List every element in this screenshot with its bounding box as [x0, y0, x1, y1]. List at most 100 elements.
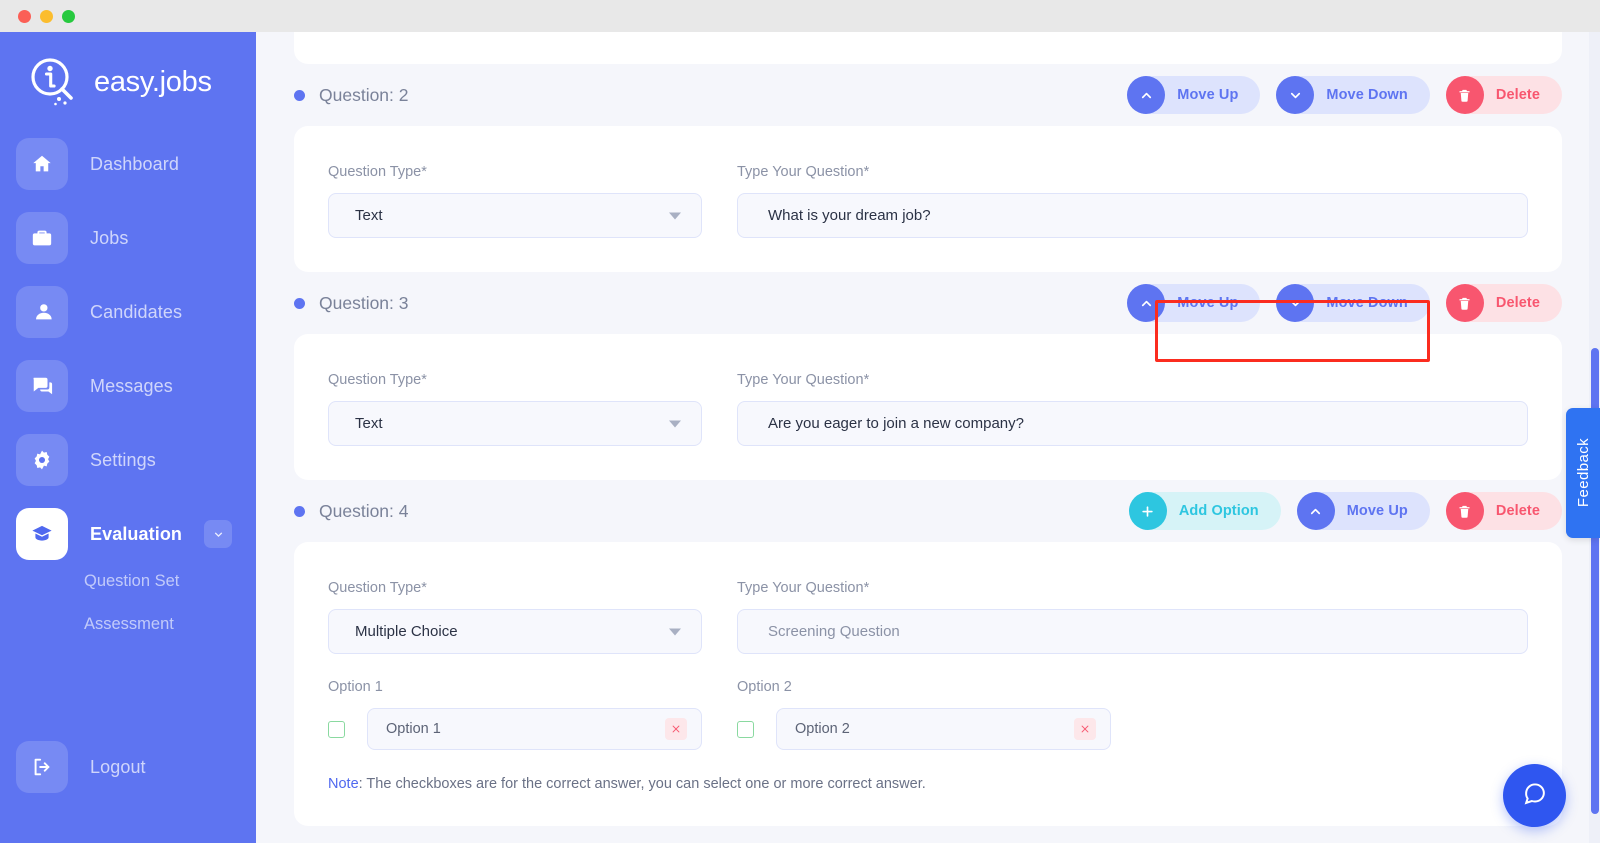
option-1-input[interactable]: Option 1	[367, 708, 702, 750]
option-1-label: Option 1	[328, 679, 383, 695]
sidebar-item-settings[interactable]: Settings	[0, 434, 256, 486]
brand[interactable]: easy.jobs	[0, 32, 256, 118]
sidebar-item-label: Messages	[90, 375, 173, 396]
add-option-button[interactable]: Add Option	[1128, 492, 1281, 530]
question-4-type-field: Question Type* Multiple Choice	[328, 580, 702, 654]
option-1-column: Option 1 Option 1	[328, 679, 702, 750]
question-text-value: What is your dream job?	[768, 207, 931, 224]
sidebar-item-label: Candidates	[90, 301, 183, 322]
type-your-question-label: Type Your Question*	[737, 164, 870, 180]
question-text-placeholder: Screening Question	[768, 623, 900, 640]
add-option-label: Add Option	[1178, 503, 1259, 519]
option-1-value: Option 1	[386, 721, 441, 737]
question-title: Question: 4	[319, 500, 409, 521]
option-2-line: Option 2	[737, 708, 1111, 750]
note-prefix: Note	[328, 776, 359, 792]
question-text-value: Are you eager to join a new company?	[768, 415, 1024, 432]
move-down-button[interactable]: Move Down	[1276, 284, 1430, 322]
close-window-button[interactable]	[18, 9, 31, 23]
move-up-button[interactable]: Move Up	[1296, 492, 1430, 530]
sidebar-item-label: Evaluation	[90, 523, 183, 544]
sidebar: easy.jobs Dashboard Jobs Candidates Mess…	[0, 32, 256, 843]
question-text-input[interactable]: Screening Question	[737, 609, 1528, 654]
window-titlebar	[0, 0, 1600, 32]
question-bullet-icon	[294, 89, 305, 101]
option-1-checkbox[interactable]	[328, 720, 345, 738]
trash-icon	[1445, 284, 1484, 322]
question-4-actions: Add Option Move Up Delete	[1128, 492, 1562, 530]
option-2-column: Option 2 Option 2	[737, 679, 1111, 750]
gear-icon	[16, 434, 68, 486]
feedback-label: Feedback	[1574, 438, 1592, 508]
question-type-select[interactable]: Text	[328, 401, 702, 446]
remove-option-2-icon[interactable]	[1074, 718, 1096, 740]
delete-button[interactable]: Delete	[1445, 492, 1562, 530]
trash-icon	[1445, 492, 1484, 530]
sidebar-subnav: Question Set Assessment	[0, 572, 256, 634]
move-down-button[interactable]: Move Down	[1276, 76, 1430, 114]
sidebar-item-assessment[interactable]: Assessment	[84, 615, 256, 634]
move-up-button[interactable]: Move Up	[1127, 284, 1261, 322]
question-3-card: Question Type* Text Type Your Question* …	[294, 334, 1562, 480]
question-3-type-field: Question Type* Text	[328, 372, 702, 446]
question-2-actions: Move Up Move Down Delete	[1127, 76, 1562, 114]
maximize-window-button[interactable]	[62, 9, 75, 23]
sidebar-item-jobs[interactable]: Jobs	[0, 212, 256, 264]
question-4-text-field: Type Your Question* Screening Question	[737, 580, 1528, 654]
chevron-up-icon	[1127, 284, 1166, 322]
minimize-window-button[interactable]	[40, 9, 53, 23]
sidebar-item-candidates[interactable]: Candidates	[0, 286, 256, 338]
question-4-fields-row: Question Type* Multiple Choice Type Your…	[328, 580, 1528, 654]
question-3-actions: Move Up Move Down Delete	[1127, 284, 1562, 322]
options-note: Note: The checkboxes are for the correct…	[328, 776, 1528, 792]
question-3-body: Question Type* Text Type Your Question* …	[294, 334, 1562, 480]
sidebar-item-logout[interactable]: Logout	[0, 741, 256, 793]
question-2-body: Question Type* Text Type Your Question* …	[294, 126, 1562, 272]
type-your-question-label: Type Your Question*	[737, 580, 870, 596]
question-type-label: Question Type*	[328, 580, 427, 596]
home-icon	[16, 138, 68, 190]
chevron-up-icon	[1127, 76, 1166, 114]
feedback-tab[interactable]: Feedback	[1566, 408, 1600, 538]
sidebar-item-dashboard[interactable]: Dashboard	[0, 138, 256, 190]
note-body: : The checkboxes are for the correct ans…	[358, 776, 926, 792]
question-text-input[interactable]: What is your dream job?	[737, 193, 1528, 238]
question-type-select[interactable]: Multiple Choice	[328, 609, 702, 654]
move-down-label: Move Down	[1326, 87, 1408, 103]
question-title: Question: 3	[319, 292, 409, 313]
sidebar-item-messages[interactable]: Messages	[0, 360, 256, 412]
question-4-card: Question Type* Multiple Choice Type Your…	[294, 542, 1562, 826]
question-type-value: Text	[355, 415, 383, 432]
main-content: Question: 2 Move Up Move Down Delete Que…	[256, 32, 1600, 843]
delete-label: Delete	[1495, 295, 1540, 311]
question-2-type-field: Question Type* Text	[328, 164, 702, 238]
remove-option-1-icon[interactable]	[665, 718, 687, 740]
chevron-down-icon[interactable]	[204, 520, 232, 548]
move-up-label: Move Up	[1177, 87, 1239, 103]
delete-button[interactable]: Delete	[1445, 284, 1562, 322]
sidebar-item-label: Jobs	[90, 227, 129, 248]
chat-bubble-icon	[1522, 781, 1547, 811]
sidebar-item-label: Logout	[90, 756, 146, 777]
sidebar-item-evaluation[interactable]: Evaluation	[0, 508, 256, 560]
option-2-input[interactable]: Option 2	[776, 708, 1111, 750]
delete-button[interactable]: Delete	[1445, 76, 1562, 114]
sidebar-item-question-set[interactable]: Question Set	[84, 572, 256, 591]
move-up-label: Move Up	[1346, 503, 1408, 519]
question-text-input[interactable]: Are you eager to join a new company?	[737, 401, 1528, 446]
chevron-down-icon	[1276, 76, 1315, 114]
graduation-cap-icon	[16, 508, 68, 560]
question-1-card-partial	[294, 32, 1562, 64]
type-your-question-label: Type Your Question*	[737, 372, 870, 388]
chevron-down-icon	[669, 628, 681, 635]
question-type-select[interactable]: Text	[328, 193, 702, 238]
trash-icon	[1445, 76, 1484, 114]
chat-fab-button[interactable]	[1503, 764, 1566, 827]
move-up-label: Move Up	[1177, 295, 1239, 311]
question-type-value: Text	[355, 207, 383, 224]
question-2-fields-row: Question Type* Text Type Your Question* …	[328, 164, 1528, 238]
move-up-button[interactable]: Move Up	[1127, 76, 1261, 114]
option-2-checkbox[interactable]	[737, 720, 754, 738]
chevron-down-icon	[669, 420, 681, 427]
user-icon	[16, 286, 68, 338]
